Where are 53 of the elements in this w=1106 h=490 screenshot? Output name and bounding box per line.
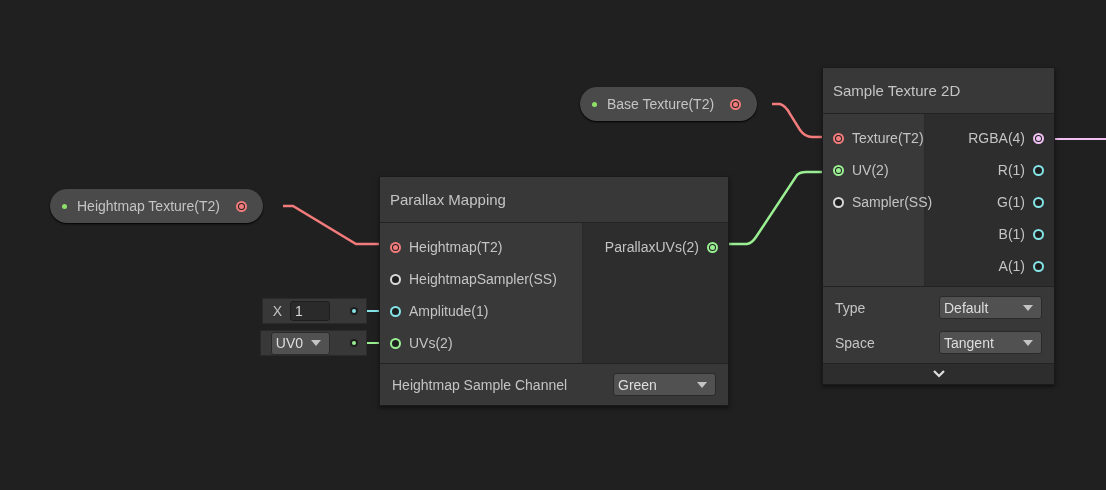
chevron-down-icon	[932, 370, 945, 378]
port-label: RGBA(4)	[968, 130, 1025, 146]
port-icon	[350, 339, 358, 347]
port-label: Amplitude(1)	[409, 303, 489, 319]
property-label: Heightmap Texture(T2)	[77, 198, 220, 214]
caret-icon	[1023, 304, 1033, 311]
port-label: A(1)	[998, 258, 1025, 274]
port-label: HeightmapSampler(SS)	[409, 271, 557, 287]
port-label: UV(2)	[852, 162, 889, 178]
caret-icon	[311, 340, 321, 346]
port-icon[interactable]	[730, 98, 742, 110]
port-label: Sampler(SS)	[852, 194, 933, 210]
property-node[interactable]: Heightmap Texture(T2)	[50, 189, 263, 223]
port-label: G(1)	[997, 194, 1025, 210]
node-title: Sample Texture 2D	[833, 82, 961, 99]
port-label: Texture(T2)	[852, 130, 924, 146]
control-label: Space	[835, 334, 875, 351]
port-icon[interactable]	[390, 305, 401, 317]
port-icon[interactable]	[1033, 196, 1044, 208]
port-label: ParallaxUVs(2)	[604, 239, 699, 255]
port-icon	[350, 307, 358, 315]
port-label: R(1)	[997, 162, 1025, 178]
port-icon[interactable]	[1033, 164, 1044, 176]
port-icon[interactable]	[1033, 228, 1044, 240]
control-label: Heightmap Sample Channel	[392, 376, 568, 393]
port-label: UVs(2)	[409, 335, 453, 351]
property-label: Base Texture(T2)	[607, 96, 715, 112]
wire	[1055, 138, 1106, 140]
port-icon[interactable]	[1033, 132, 1044, 144]
port-icon[interactable]	[390, 273, 401, 285]
number-field[interactable]: 1	[290, 301, 330, 321]
wire	[367, 342, 379, 344]
property-node[interactable]: Base Texture(T2)	[580, 87, 758, 121]
port-icon[interactable]	[390, 241, 401, 253]
port-icon[interactable]	[833, 132, 844, 144]
port-label: B(1)	[998, 226, 1025, 242]
graph-node[interactable]: Sample Texture 2D Texture(T2) UV(2) Sampler(SS) RGBA(4) R(1) G(1) B(1) A(1) Type Default Space Tangent	[822, 67, 1055, 385]
port-icon[interactable]	[235, 200, 247, 212]
node-title: Parallax Mapping	[390, 191, 506, 208]
dropdown[interactable]: Green	[613, 373, 716, 396]
caret-icon	[1023, 339, 1033, 346]
caret-icon	[697, 381, 707, 388]
graph-node[interactable]: Parallax Mapping Heightmap(T2) HeightmapSampler(SS) Amplitude(1) UVs(2) ParallaxUVs(2) Heightmap Sample Channel Green	[379, 176, 729, 406]
port-label: Heightmap(T2)	[409, 239, 503, 255]
axis-label: X	[272, 303, 282, 319]
wire	[367, 310, 379, 312]
port-icon[interactable]	[833, 196, 844, 208]
dropdown[interactable]: Tangent	[939, 331, 1042, 354]
uv-dropdown[interactable]: UV0	[270, 331, 330, 355]
wire	[772, 102, 822, 139]
port-icon[interactable]	[1033, 260, 1044, 272]
control-label: Type	[835, 299, 866, 316]
dropdown[interactable]: Default	[939, 296, 1042, 319]
